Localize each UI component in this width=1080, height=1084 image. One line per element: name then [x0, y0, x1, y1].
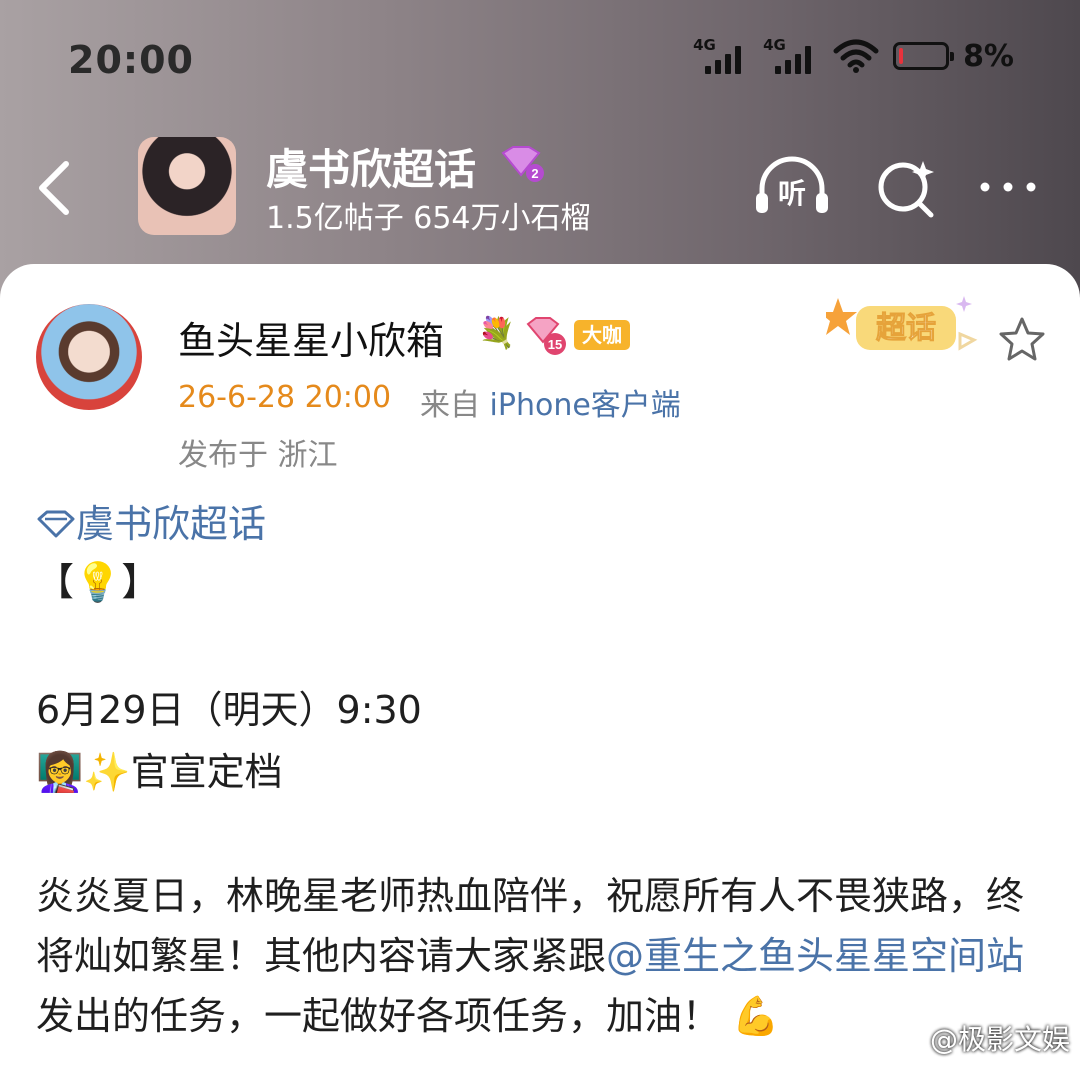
headphones-icon: 听	[756, 156, 828, 213]
status-time: 20:00	[68, 38, 194, 82]
battery-percent: 8%	[963, 38, 1014, 74]
body-text-2: 发出的任务，一起做好各项任务，加油！	[36, 994, 721, 1038]
cell-signal-icon-2: 4G	[763, 36, 819, 74]
date-line: 6月29日（明天）9:30	[36, 688, 422, 732]
post-source: 来自 iPhone客户端	[420, 380, 681, 424]
post-time: 26-6-28 20:00	[178, 380, 392, 415]
back-arrow-icon[interactable]	[34, 158, 74, 218]
topic-avatar[interactable]	[138, 137, 236, 235]
listen-label: 听	[778, 177, 806, 210]
watermark: @极影文娱	[929, 1023, 1070, 1056]
user-level: 15	[548, 337, 562, 352]
post-location: 发布于 浙江	[178, 438, 338, 473]
post-body: 炎炎夏日，林晚星老师热血陪伴，祝愿所有人不畏狭路，终将灿如繁星！其他内容请大家紧…	[36, 866, 1050, 1046]
status-icons: 4G 4G 8%	[693, 36, 1014, 74]
more-options-button[interactable]	[968, 155, 1048, 219]
vip-tag: 大咖	[574, 320, 630, 350]
battery-icon	[893, 42, 955, 70]
wifi-icon	[833, 39, 879, 73]
topic-link[interactable]: 虞书欣超话	[76, 502, 266, 546]
topic-title[interactable]: 虞书欣超话	[266, 136, 476, 197]
chaohua-badge-label: 超话	[876, 311, 936, 346]
user-level-badge-icon: 15	[526, 317, 566, 355]
source-prefix: 来自	[420, 388, 480, 423]
mention-link[interactable]: @重生之鱼头星星空间站	[606, 934, 1024, 978]
muscle-emoji: 💪	[732, 994, 780, 1038]
topic-stats: 1.5亿帖子 654万小石榴	[266, 201, 591, 236]
user-avatar[interactable]	[36, 304, 142, 410]
username[interactable]: 鱼头星星小欣箱	[178, 310, 444, 365]
search-button[interactable]	[866, 155, 946, 219]
favorite-star-icon[interactable]	[998, 316, 1046, 362]
flower-emoji: 💐	[478, 316, 516, 351]
source-device[interactable]: iPhone客户端	[490, 388, 681, 423]
bracket-line: 【💡】	[36, 560, 160, 604]
search-sparkle-icon	[878, 161, 934, 218]
announce-line: 👩‍🏫✨官宣定档	[36, 750, 283, 794]
listen-button[interactable]: 听	[752, 155, 832, 219]
topic-link-line[interactable]: 虞书欣超话	[36, 494, 1050, 554]
topic-badge-level: 2	[531, 166, 538, 181]
topic-diamond-icon	[37, 510, 75, 538]
more-dots-icon	[980, 182, 1036, 192]
diamond-level-badge-icon: 2	[501, 146, 544, 182]
chaohua-badge-icon[interactable]: 超话	[826, 292, 986, 364]
cell-signal-icon: 4G	[693, 36, 749, 74]
